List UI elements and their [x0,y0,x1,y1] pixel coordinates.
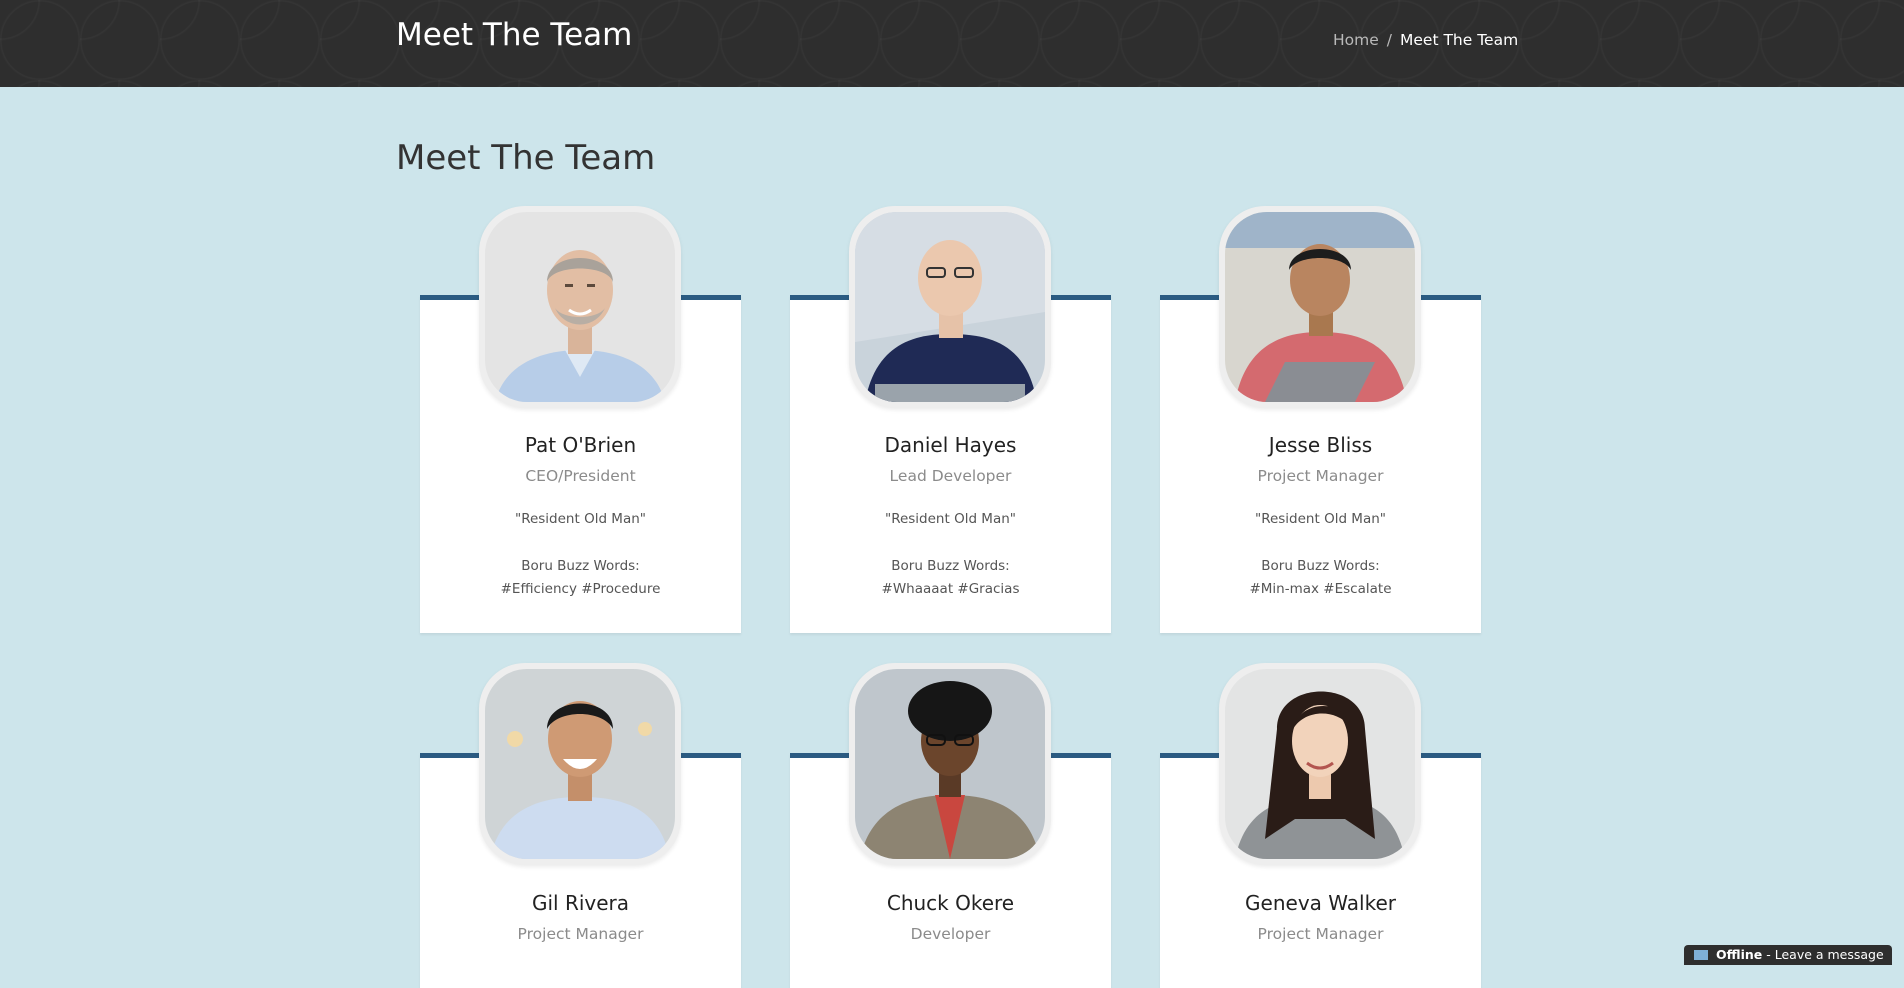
page-title: Meet The Team [396,138,656,178]
envelope-icon [1694,949,1708,960]
member-title: Project Manager [1257,925,1384,943]
member-quote: "Resident Old Man" [1254,511,1386,527]
member-quote: "Resident Old Man" [514,511,646,527]
member-name: Daniel Hayes [884,433,1017,457]
member-title: Developer [910,925,991,943]
chat-widget[interactable]: Offline - Leave a message [1684,945,1892,965]
member-name: Jesse Bliss [1268,433,1373,457]
breadcrumb-home-link[interactable]: Home [1333,31,1379,49]
member-buzz: Boru Buzz Words: #Whaaaat #Gracias [790,555,1111,601]
buzz-words: #Min-max #Escalate [1249,581,1392,597]
buzz-words: #Whaaaat #Gracias [881,581,1020,597]
chat-message: Leave a message [1774,947,1884,962]
member-photo [849,206,1051,408]
member-name: Chuck Okere [886,891,1015,915]
buzz-label: Boru Buzz Words: [521,558,640,574]
member-name: Geneva Walker [1245,891,1396,915]
chat-separator: - [1762,947,1775,962]
member-buzz: Boru Buzz Words: #Efficiency #Procedure [420,555,741,601]
member-title: CEO/President [525,467,636,485]
buzz-label: Boru Buzz Words: [1261,558,1380,574]
member-title: Lead Developer [889,467,1012,485]
member-photo [1219,663,1421,865]
buzz-words: #Efficiency #Procedure [500,581,661,597]
site-header: Meet The Team Home / Meet The Team [0,0,1904,87]
member-photo [1219,206,1421,408]
breadcrumb-current: Meet The Team [1400,31,1519,49]
member-quote: "Resident Old Man" [884,511,1016,527]
breadcrumb: Home / Meet The Team [1333,30,1518,50]
member-photo [479,206,681,408]
member-name: Pat O'Brien [524,433,637,457]
member-name: Gil Rivera [531,891,630,915]
member-buzz: Boru Buzz Words: #Min-max #Escalate [1160,555,1481,601]
buzz-label: Boru Buzz Words: [891,558,1010,574]
member-title: Project Manager [517,925,644,943]
member-photo [849,663,1051,865]
member-photo [479,663,681,865]
chat-status: Offline [1716,947,1763,962]
breadcrumb-separator: / [1386,31,1393,49]
member-title: Project Manager [1257,467,1384,485]
site-title: Meet The Team [396,17,633,53]
